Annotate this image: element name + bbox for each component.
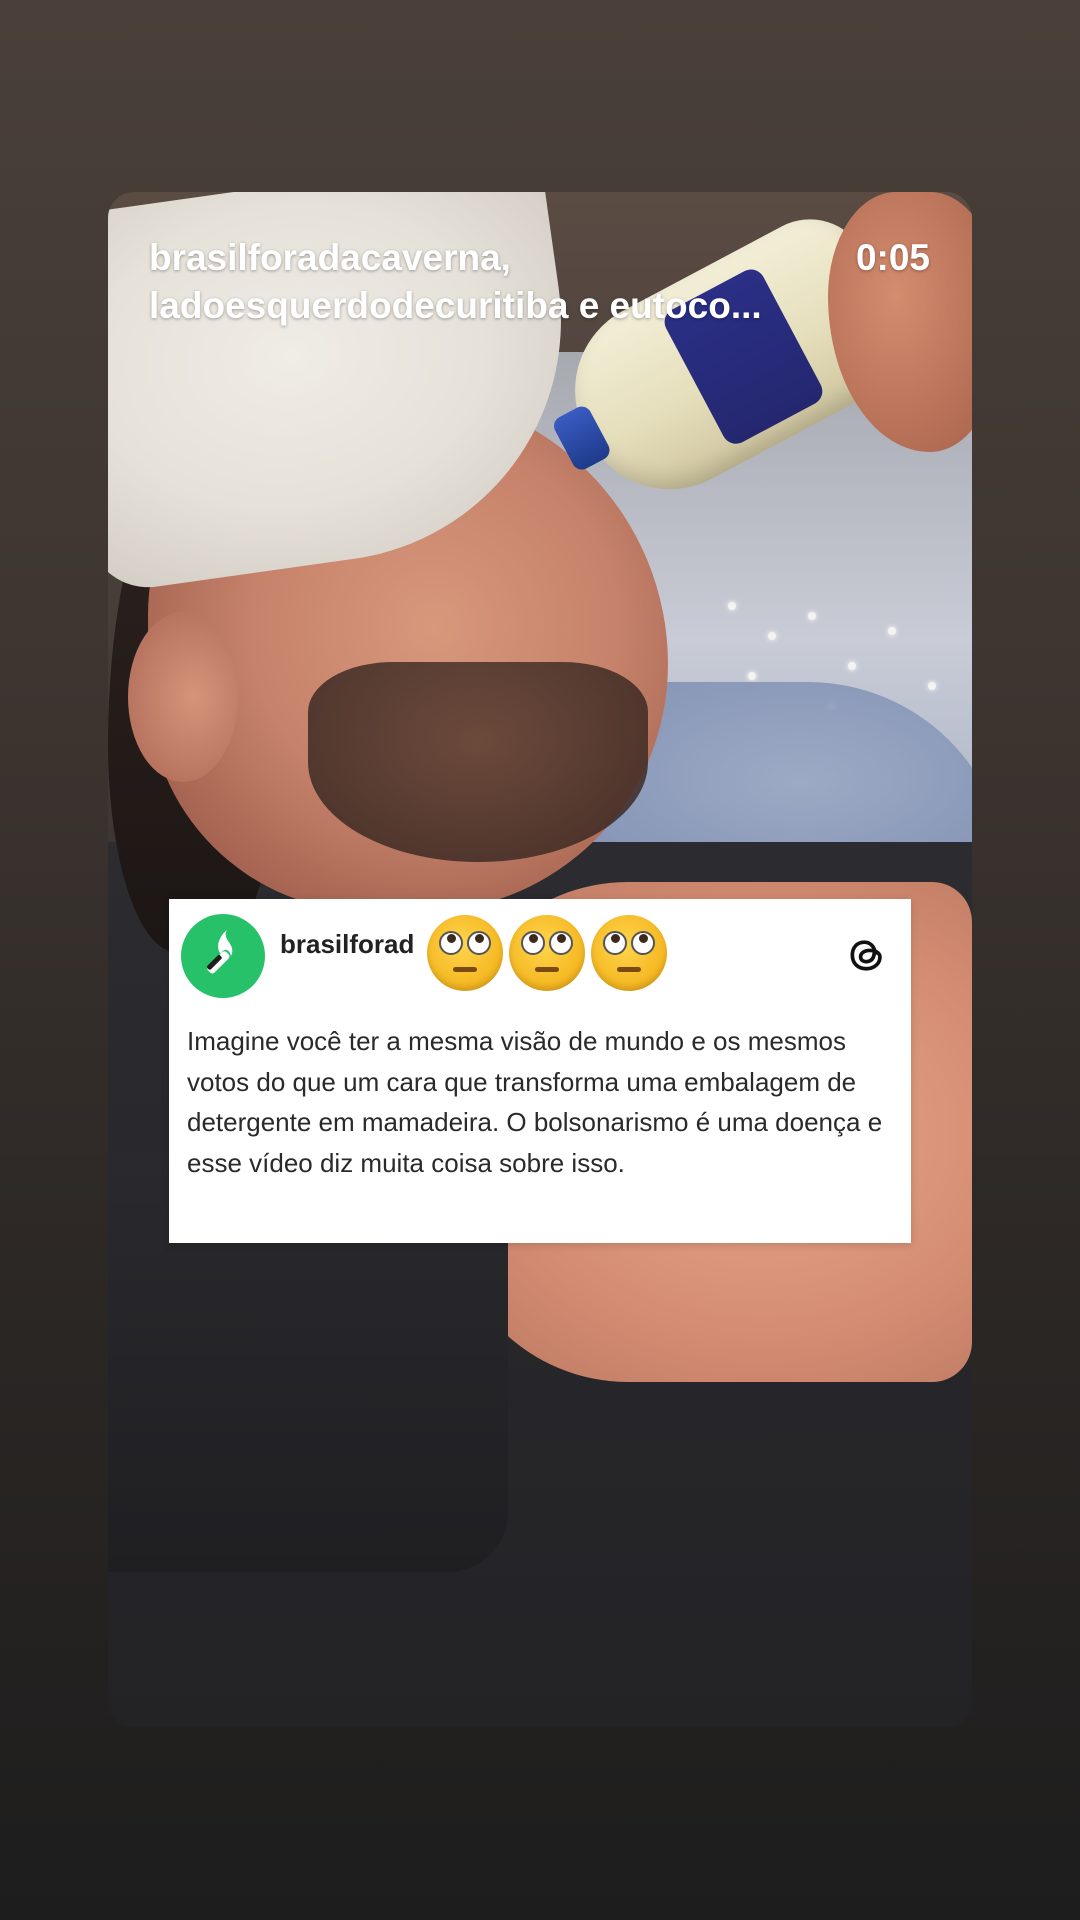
post-text: Imagine você ter a mesma visão de mundo … xyxy=(187,1026,883,1178)
person-beard xyxy=(308,662,648,862)
threads-icon xyxy=(850,940,882,971)
threads-post-card: brasilforad Imagine você ter a mesma vis… xyxy=(169,899,911,1243)
person-ear xyxy=(128,612,238,782)
rolling-eyes-emoji-icon xyxy=(427,915,503,991)
torch-icon xyxy=(207,930,233,974)
story-accounts-line2[interactable]: ladoesquerdodecuritiba e eutoco... xyxy=(149,282,849,330)
story-accounts-line1[interactable]: brasilforadacaverna, xyxy=(149,234,849,282)
rolling-eyes-emoji-icon xyxy=(591,915,667,991)
emoji-sticker xyxy=(427,915,667,991)
story-timer: 0:05 xyxy=(855,237,930,278)
story-media[interactable]: brasilforadacaverna, ladoesquerdodecurit… xyxy=(108,192,972,1727)
post-username: brasilforad xyxy=(280,929,415,959)
rolling-eyes-emoji-icon xyxy=(509,915,585,991)
avatar xyxy=(181,914,265,998)
story-header[interactable]: brasilforadacaverna, ladoesquerdodecurit… xyxy=(149,234,849,330)
